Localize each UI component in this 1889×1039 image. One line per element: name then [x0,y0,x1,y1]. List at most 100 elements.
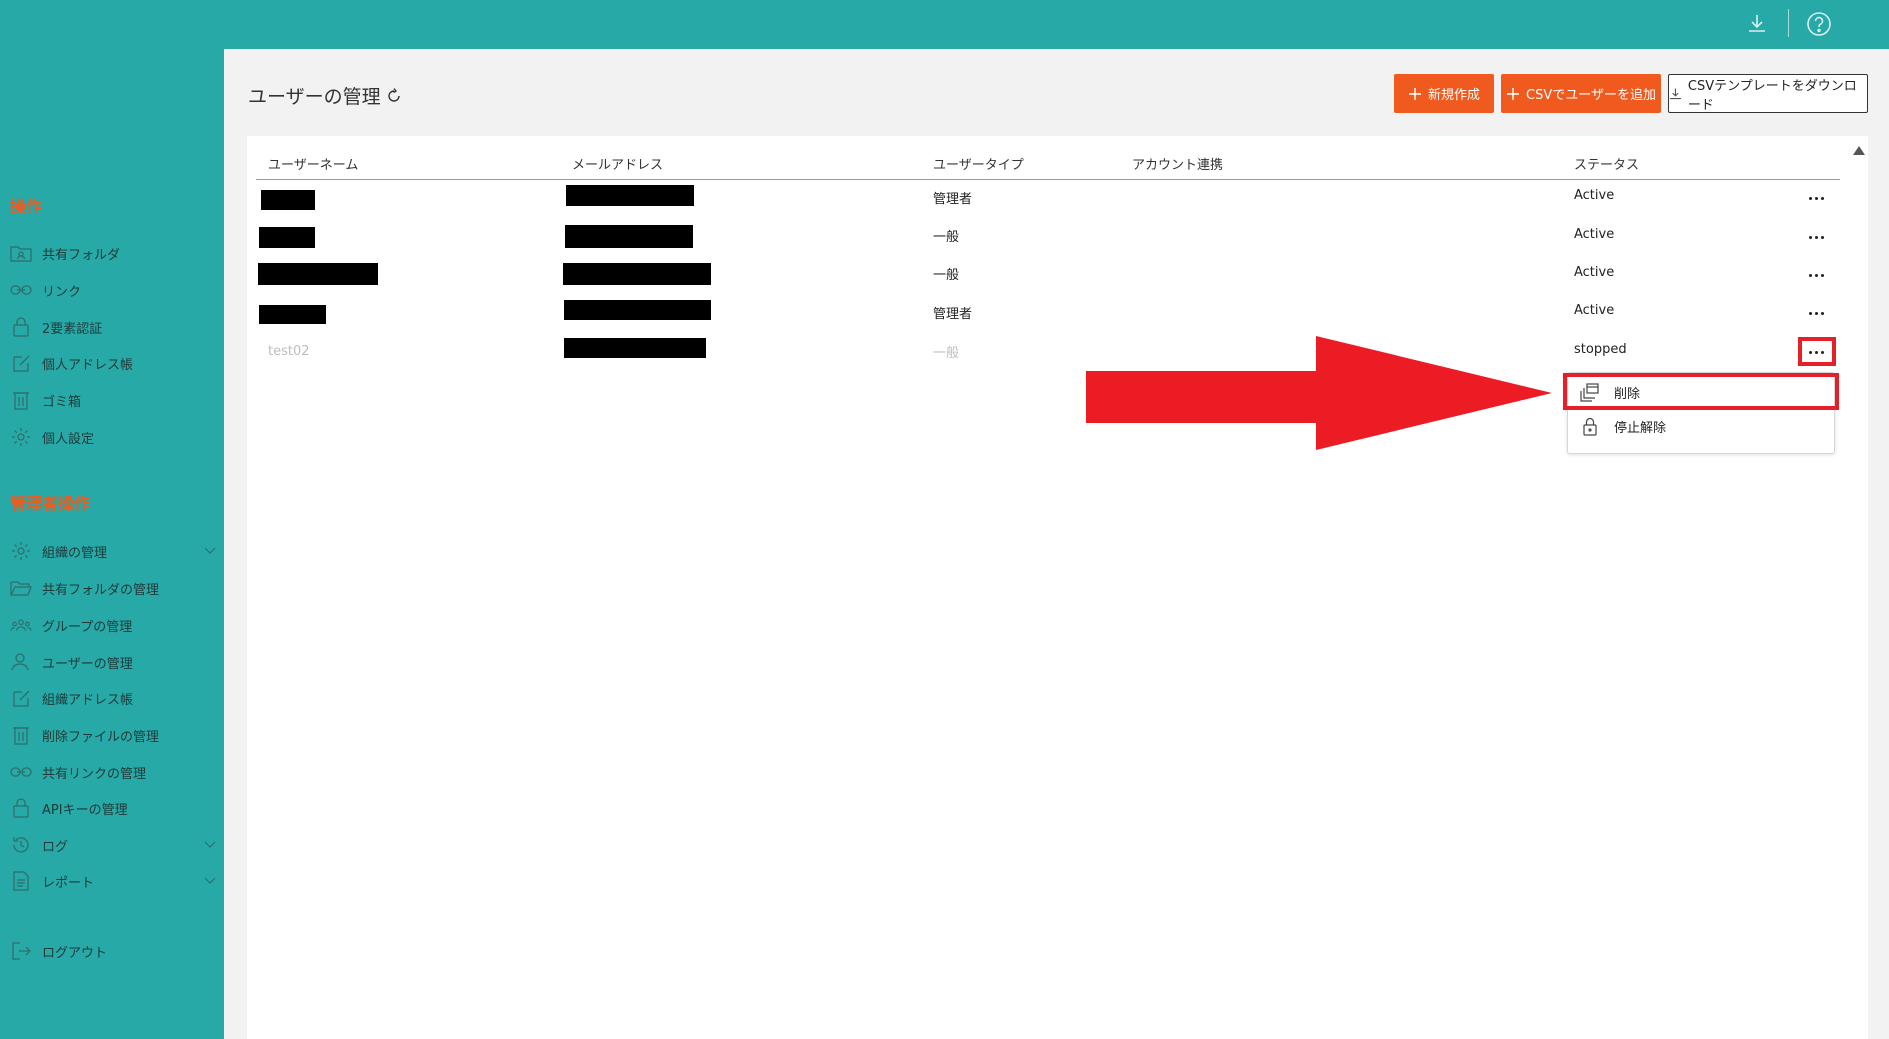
sidebar-item-shared-folder-admin[interactable]: 共有フォルダの管理 [10,574,216,602]
new-user-button[interactable]: 新規作成 [1394,74,1494,113]
help-icon[interactable] [1805,10,1833,38]
section-title-admin: 管理者操作 [10,494,91,513]
logout-icon [10,940,32,962]
sidebar-item-label: グループの管理 [42,619,133,635]
sidebar-item-org-address-book[interactable]: 組織アドレス帳 [10,684,216,712]
link-icon [10,761,32,783]
column-header-user-type[interactable]: ユーザータイプ [933,154,1024,173]
group-icon [10,614,32,636]
refresh-icon[interactable] [385,87,403,105]
sidebar-item-logs[interactable]: ログ [10,831,216,859]
link-icon [10,279,32,301]
button-label: CSVでユーザーを追加 [1526,88,1656,103]
redacted-email [564,300,711,320]
sidebar-item-shared-links[interactable]: 共有リンクの管理 [10,758,216,786]
chevron-down-icon [204,841,216,848]
scroll-up-arrow[interactable] [1853,146,1865,155]
column-header-account-link[interactable]: アカウント連携 [1132,154,1223,173]
button-label: 新規作成 [1427,88,1480,103]
lock-icon [10,797,32,819]
user-type-cell: 一般 [933,346,960,361]
sidebar-item-shared-folder[interactable]: 共有フォルダ [10,239,216,267]
sidebar-item-label: ユーザーの管理 [42,656,133,672]
lock-icon [1583,417,1597,436]
plus-icon [1507,87,1520,100]
sidebar-item-label: ゴミ箱 [42,394,82,410]
redacted-username [259,305,326,324]
top-bar [0,0,1889,49]
trash-icon [10,389,32,411]
sidebar-item-2fa[interactable]: 2要素認証 [10,313,216,341]
user-type-cell: 一般 [933,268,960,283]
more-options-icon[interactable] [1802,229,1830,245]
status-cell: Active [1574,303,1615,318]
sidebar-item-label: 共有フォルダの管理 [42,582,160,598]
redacted-email [563,263,711,285]
sidebar-item-groups[interactable]: グループの管理 [10,611,216,639]
sidebar-item-reports[interactable]: レポート [10,867,216,895]
redacted-email [566,185,694,206]
sidebar-item-link[interactable]: リンク [10,276,216,304]
divider [1788,9,1789,37]
sidebar-item-trash[interactable]: ゴミ箱 [10,386,216,414]
user-icon [10,651,32,673]
sidebar-item-users[interactable]: ユーザーの管理 [10,648,216,676]
sidebar-item-label: 共有リンクの管理 [42,766,147,782]
sidebar-item-personal-address-book[interactable]: 個人アドレス帳 [10,349,216,377]
edit-icon [10,687,32,709]
sidebar-item-label: 組織アドレス帳 [42,692,134,708]
chevron-down-icon [204,547,216,554]
header-divider [256,179,1840,180]
redacted-username [261,190,315,210]
download-icon [1669,87,1681,99]
sidebar-item-label: APIキーの管理 [42,802,128,818]
download-icon[interactable] [1745,12,1769,36]
sidebar-item-deleted-files[interactable]: 削除ファイルの管理 [10,721,216,749]
folder-user-icon [10,242,32,264]
menu-item-label: 停止解除 [1614,420,1667,436]
sidebar-item-label: ログアウト [42,945,108,961]
plus-icon [1408,87,1421,100]
button-label: CSVテンプレートをダウンロード [1687,78,1857,113]
csv-template-download-button[interactable]: CSVテンプレートをダウンロード [1668,74,1868,113]
column-header-status[interactable]: ステータス [1574,154,1639,173]
sidebar-item-personal-settings[interactable]: 個人設定 [10,423,216,451]
column-header-email[interactable]: メールアドレス [572,154,663,173]
chevron-down-icon [204,877,216,884]
page-title: ユーザーの管理 [248,82,403,109]
page-title-text: ユーザーの管理 [248,86,381,108]
gear-icon [10,540,32,562]
status-cell: stopped [1574,342,1627,357]
redacted-email [564,338,706,358]
redacted-email [565,225,693,248]
status-cell: Active [1574,188,1615,203]
sidebar-item-label: 個人設定 [42,431,95,447]
sidebar-item-label: 個人アドレス帳 [42,357,134,373]
sidebar-item-organization[interactable]: 組織の管理 [10,537,216,565]
document-icon [10,870,32,892]
sidebar-item-label: 組織の管理 [42,545,108,561]
more-options-icon[interactable] [1802,267,1830,283]
column-header-username[interactable]: ユーザーネーム [268,154,358,173]
edit-icon [10,352,32,374]
logout-button[interactable]: ログアウト [10,937,216,965]
menu-item-unsuspend[interactable]: 停止解除 [1580,412,1820,440]
highlight-box-more-options [1798,337,1836,366]
section-title-operations: 操作 [10,197,43,216]
highlight-box-delete [1563,373,1839,410]
status-cell: Active [1574,265,1615,280]
more-options-icon[interactable] [1802,305,1830,321]
user-table-panel [247,136,1868,1039]
history-icon [10,834,32,856]
csv-add-users-button[interactable]: CSVでユーザーを追加 [1501,74,1661,113]
status-cell: Active [1574,227,1615,242]
redacted-username [259,227,315,248]
sidebar-item-label: レポート [42,875,95,891]
annotation-arrow [1086,336,1552,450]
sidebar-item-label: 2要素認証 [42,321,103,337]
sidebar-item-label: ログ [42,839,69,855]
more-options-icon[interactable] [1802,190,1830,206]
sidebar-item-label: リンク [42,284,82,300]
sidebar-item-api-keys[interactable]: APIキーの管理 [10,794,216,822]
username-cell: test02 [268,344,310,359]
